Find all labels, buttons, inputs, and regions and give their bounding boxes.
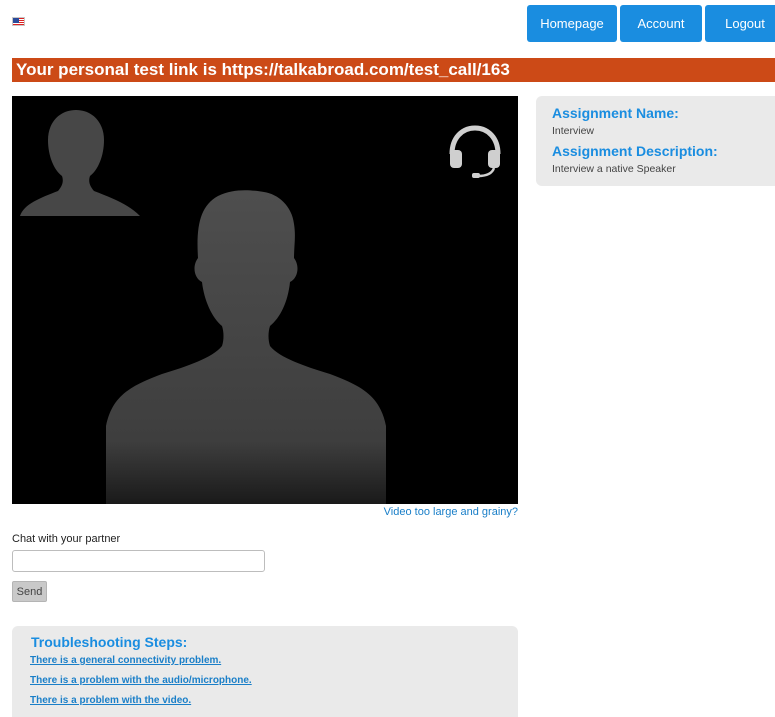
homepage-button[interactable]: Homepage [527,5,617,42]
self-view-silhouette [20,110,140,216]
send-button[interactable]: Send [12,581,47,602]
chat-input[interactable] [12,550,265,572]
assignment-panel: Assignment Name: Interview Assignment De… [536,96,775,186]
video-problem-link[interactable]: There is a problem with the video. [30,695,518,706]
assignment-description-value: Interview a native Speaker [552,163,676,175]
video-quality-link[interactable]: Video too large and grainy? [12,506,518,518]
troubleshooting-title: Troubleshooting Steps: [31,634,188,650]
partner-silhouette [106,190,386,504]
troubleshooting-panel: Troubleshooting Steps: There is a genera… [12,626,518,717]
audio-problem-link[interactable]: There is a problem with the audio/microp… [30,675,518,686]
logout-button[interactable]: Logout [705,5,775,42]
video-placeholder [20,110,501,504]
assignment-name-value: Interview [552,125,595,137]
test-link-banner: Your personal test link is https://talka… [12,58,775,82]
chat-label: Chat with your partner [12,533,121,545]
video-panel [12,96,518,504]
headset-icon[interactable] [449,125,501,178]
account-button[interactable]: Account [620,5,702,42]
assignment-description-label: Assignment Description: [552,143,718,159]
top-nav: Homepage Account Logout [527,5,775,42]
connectivity-problem-link[interactable]: There is a general connectivity problem. [30,655,518,666]
assignment-name-label: Assignment Name: [552,105,679,121]
us-flag-icon[interactable] [12,17,25,26]
